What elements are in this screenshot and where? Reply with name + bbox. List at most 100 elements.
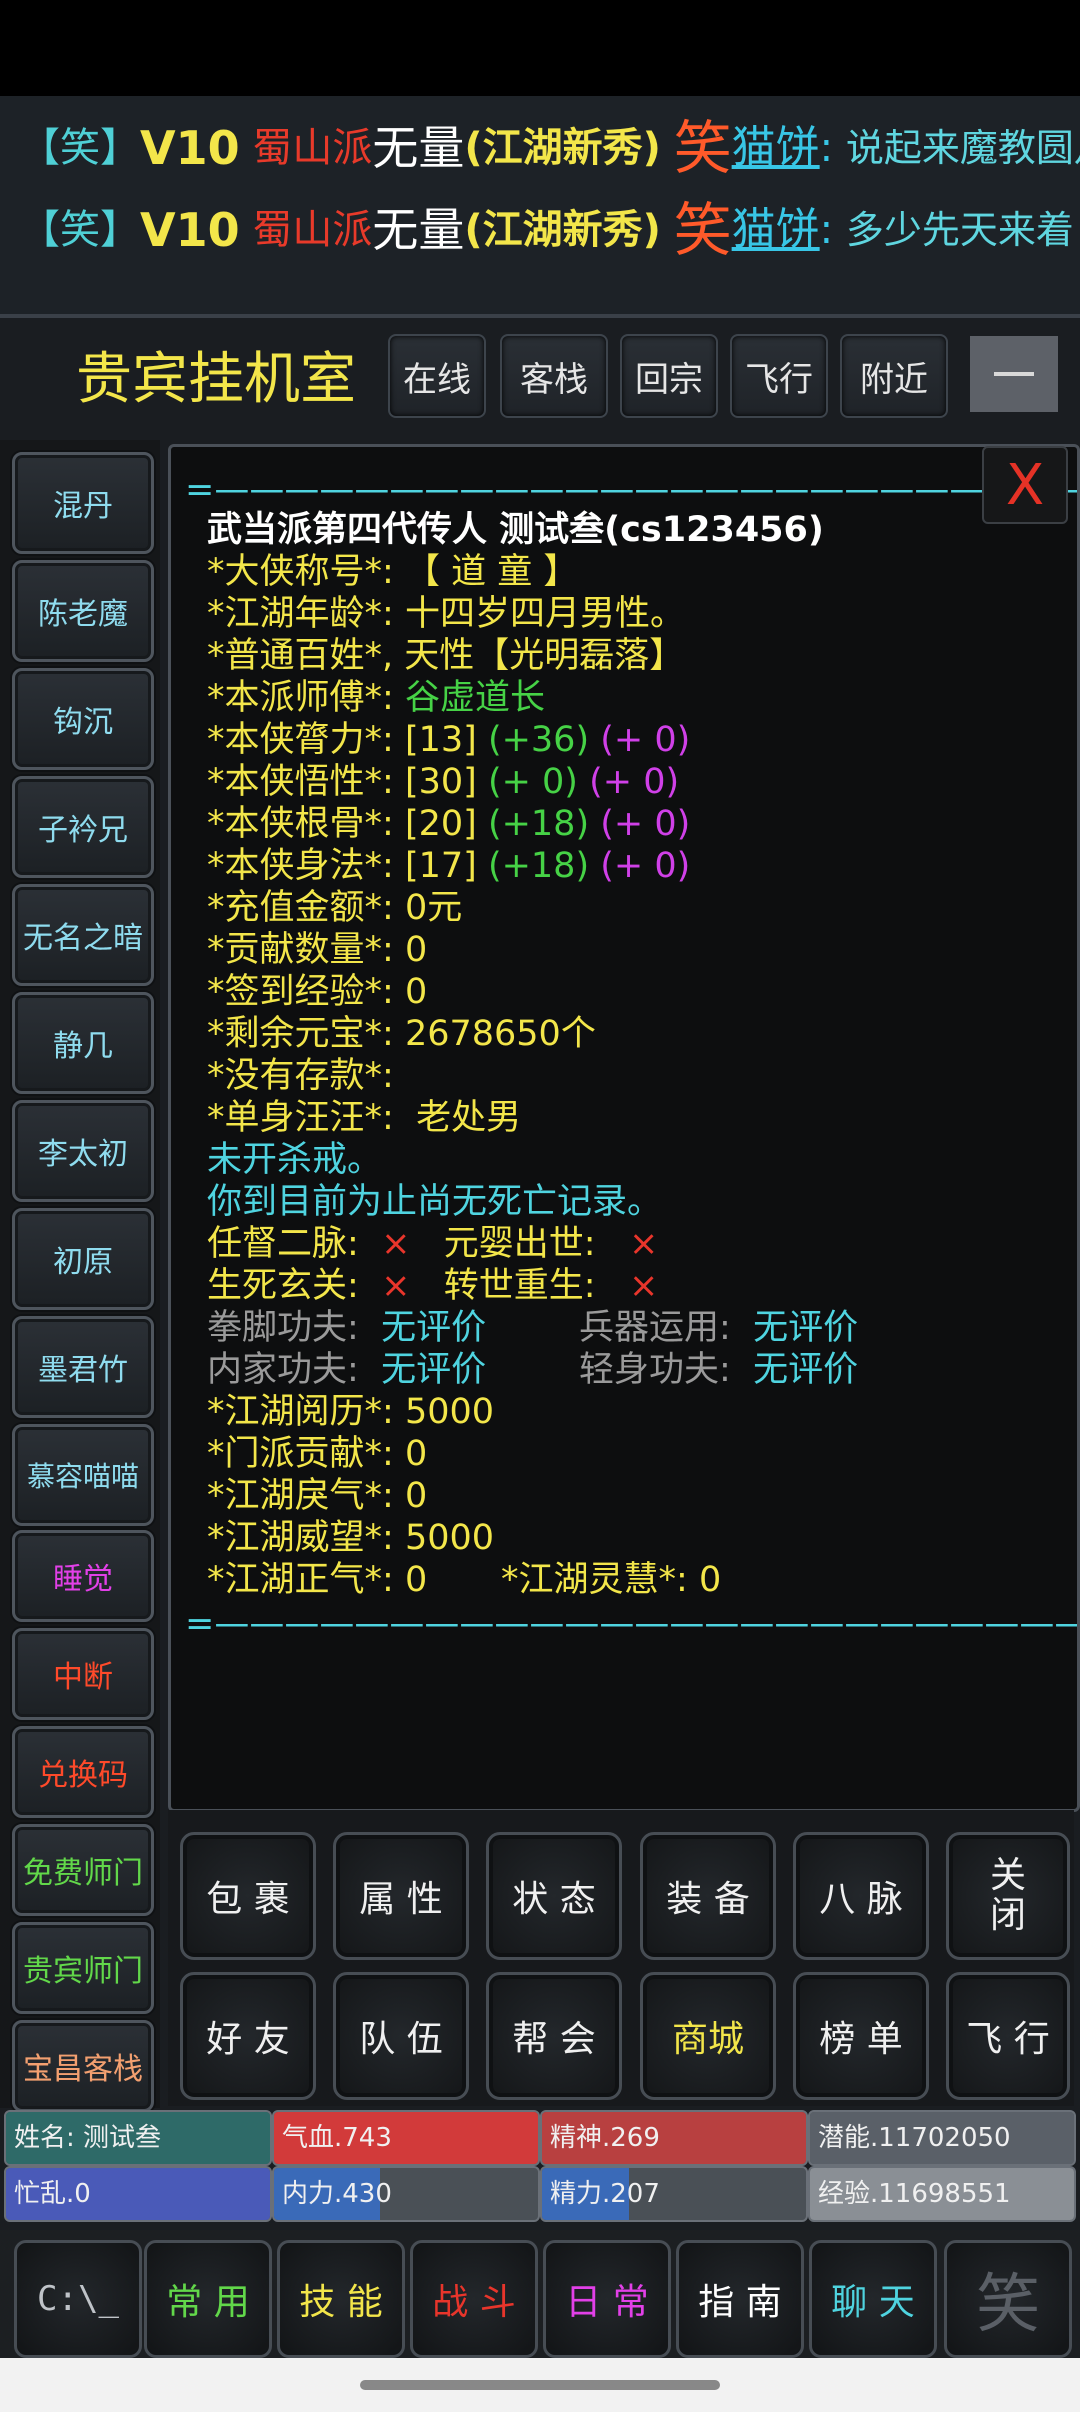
eight-meridians-button[interactable]: 八 脉 (793, 1832, 929, 1960)
exp-value: 5000 (404, 1392, 495, 1432)
chat-xiao-mark: 笑 (673, 114, 732, 182)
shop-button[interactable]: 商城 (640, 1972, 776, 2100)
tab-chat[interactable]: 聊 天 (809, 2240, 937, 2358)
chat-line[interactable]: 【笑】V10 蜀山派无量(江湖新秀) 笑猫饼: 说起来魔教圆月 (20, 116, 1080, 178)
status-button[interactable]: 状 态 (486, 1832, 622, 1960)
nav-return-sect-button[interactable]: 回宗 (620, 334, 718, 418)
sidebar-item[interactable]: 混丹 (12, 452, 154, 554)
int-extra: (+ 0) (589, 762, 680, 802)
nickname-value: 【 道 童 】 (404, 552, 579, 592)
guild-button[interactable]: 帮 会 (486, 1972, 622, 2100)
console-icon[interactable]: C:\_ (14, 2240, 142, 2358)
wisdom-label: *江湖灵慧*: (501, 1560, 688, 1600)
busy-bar: 忙乱.0 (4, 2166, 272, 2222)
inventory-button[interactable]: 包 裹 (180, 1832, 316, 1960)
chat-sect: 蜀山派 (252, 125, 373, 171)
meridian-label: 任督二脉: (207, 1224, 359, 1264)
sidebar-item[interactable]: 墨君竹 (12, 1316, 154, 1418)
age-value: 十四岁四月男性。 (404, 594, 685, 634)
yuanying-label: 元婴出世: (443, 1224, 596, 1264)
sidebar-item[interactable]: 慕容喵喵 (12, 1424, 154, 1526)
tab-skills[interactable]: 技 能 (277, 2240, 405, 2358)
nav-nearby-button[interactable]: 附近 (840, 334, 948, 418)
sidebar-item[interactable]: 钩沉 (12, 668, 154, 770)
character-heading: 武当派第四代传人 测试叁(cs123456) (207, 510, 824, 550)
sidebar: 混丹 陈老魔 钩沉 子衿兄 无名之暗 静几 李太初 初原 墨君竹 慕容喵喵 睡觉… (0, 440, 160, 2112)
single-label: *单身汪汪*: (207, 1098, 394, 1138)
chat-player-name: 无量 (372, 121, 465, 175)
baochang-inn-button[interactable]: 宝昌客栈 (12, 2020, 154, 2112)
fly-button[interactable]: 飞 行 (946, 1972, 1070, 2100)
signin-value: 0 (404, 972, 428, 1012)
game-logo-icon[interactable]: 笑 (944, 2240, 1072, 2358)
con-label: *本侠根骨*: (207, 804, 394, 844)
age-label: *江湖年龄*: (207, 594, 394, 634)
chat-line[interactable]: 【笑】V10 蜀山派无量(江湖新秀) 笑猫饼: 多少先天来着 (20, 198, 1074, 260)
righteous-value: 0 (404, 1560, 428, 1600)
free-sect-quest-button[interactable]: 免费师门 (12, 1824, 154, 1916)
vip-badge: V10 (140, 203, 240, 257)
jingli-bar: 精力.207 (540, 2166, 808, 2222)
panel-border-top: =——————————————————————————= (185, 470, 1080, 510)
nav-inn-button[interactable]: 客栈 (500, 334, 608, 418)
chat-nick-link[interactable]: 猫饼 (732, 122, 820, 173)
neili-bar: 内力.430 (272, 2166, 540, 2222)
light-value: 无评价 (753, 1350, 859, 1390)
chat-area: 【笑】V10 蜀山派无量(江湖新秀) 笑猫饼: 说起来魔教圆月 【笑】V10 蜀… (0, 96, 1080, 314)
nav-online-button[interactable]: 在线 (388, 334, 486, 418)
chat-tag: 【笑】 (20, 125, 140, 171)
sidebar-item[interactable]: 子衿兄 (12, 776, 154, 878)
redeem-code-button[interactable]: 兑换码 (12, 1726, 154, 1818)
team-button[interactable]: 队 伍 (333, 1972, 469, 2100)
contrib-value: 0 (404, 930, 428, 970)
tab-guide[interactable]: 指 南 (676, 2240, 804, 2358)
nickname-label: *大侠称号*: (207, 552, 394, 592)
tab-daily[interactable]: 日 常 (543, 2240, 671, 2358)
recharge-label: *充值金额*: (207, 888, 394, 928)
hp-text: 气血.743 (282, 2123, 392, 2153)
nav-fly-button[interactable]: 飞行 (730, 334, 828, 418)
chat-colon: : (819, 125, 834, 171)
hp-bar: 气血.743 (272, 2110, 540, 2166)
single-value: 老处男 (416, 1098, 522, 1138)
inner-value: 无评价 (381, 1350, 487, 1390)
weapon-label: 兵器运用: (579, 1308, 731, 1348)
name-bar: 姓名: 测试叁 (4, 2110, 272, 2166)
sidebar-item[interactable]: 李太初 (12, 1100, 154, 1202)
attributes-button[interactable]: 属 性 (333, 1832, 469, 1960)
wisdom-value: 0 (698, 1560, 722, 1600)
chat-xiao-mark: 笑 (673, 196, 732, 264)
status-bar (0, 0, 1080, 96)
contrib-label: *贡献数量*: (207, 930, 394, 970)
interrupt-button[interactable]: 中断 (12, 1628, 154, 1720)
str-extra: (+ 0) (600, 720, 691, 760)
close-panel-button[interactable]: X (982, 446, 1068, 524)
dex-bonus: (+18) (487, 846, 590, 886)
home-indicator[interactable] (360, 2380, 720, 2390)
meridian-value: × (381, 1224, 411, 1264)
sidebar-item[interactable]: 初原 (12, 1208, 154, 1310)
tab-battle[interactable]: 战 斗 (410, 2240, 538, 2358)
chat-player-title: (江湖新秀) (464, 207, 661, 253)
potential-text: 潜能.11702050 (818, 2123, 1011, 2153)
jingli-text: 精力.207 (550, 2179, 660, 2209)
con-base: [20] (404, 804, 477, 844)
vip-sect-quest-button[interactable]: 贵宾师门 (12, 1922, 154, 2014)
sidebar-item[interactable]: 无名之暗 (12, 884, 154, 986)
tab-common[interactable]: 常 用 (144, 2240, 272, 2358)
sidebar-item[interactable]: 静几 (12, 992, 154, 1094)
weapon-value: 无评价 (753, 1308, 859, 1348)
sidebar-item[interactable]: 陈老魔 (12, 560, 154, 662)
collapse-button[interactable] (970, 336, 1058, 412)
character-info-panel: =——————————————————————————= 武当派第四代传人 测试… (168, 444, 1080, 1812)
friends-button[interactable]: 好 友 (180, 1972, 316, 2100)
sleep-button[interactable]: 睡觉 (12, 1530, 154, 1622)
str-label: *本侠膂力*: (207, 720, 394, 760)
leaderboard-button[interactable]: 榜 单 (793, 1972, 929, 2100)
equipment-button[interactable]: 装 备 (640, 1832, 776, 1960)
close-button[interactable]: 关 闭 (946, 1832, 1070, 1960)
chat-nick-link[interactable]: 猫饼 (732, 204, 820, 255)
people-label: *普通百姓*, (207, 636, 394, 676)
chat-player-name: 无量 (372, 203, 465, 257)
righteous-label: *江湖正气*: (207, 1560, 394, 1600)
